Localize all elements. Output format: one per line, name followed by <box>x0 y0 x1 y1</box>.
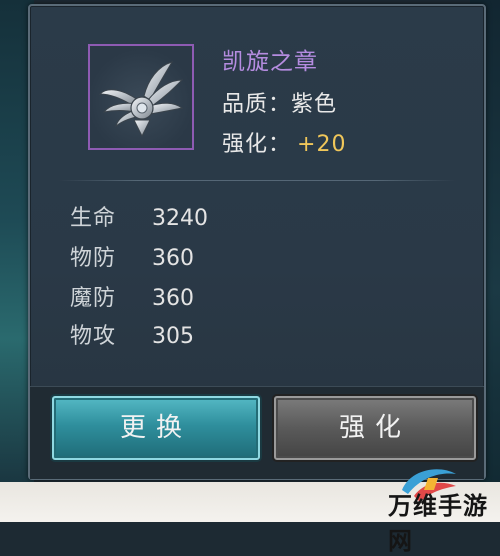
stat-value: 3240 <box>152 206 208 231</box>
enhance-button[interactable]: 强化 <box>274 396 476 460</box>
stat-row-magic-defense: 魔防 360 <box>70 280 194 312</box>
winged-emblem-icon <box>98 61 184 138</box>
item-enhance-level: 强化： +20 <box>222 126 346 158</box>
equipment-detail-panel: 凯旋之章 品质：紫色 强化： +20 生命 3240 物防 360 魔防 360 物攻 3… <box>28 4 486 480</box>
enhance-value: +20 <box>297 132 347 157</box>
section-divider <box>58 180 456 181</box>
watermark-text: 万维手游网 <box>388 492 488 555</box>
stat-row-physical-defense: 物防 360 <box>70 240 194 272</box>
change-button[interactable]: 更换 <box>52 396 260 460</box>
stat-value: 360 <box>152 286 194 311</box>
stat-row-hp: 生命 3240 <box>70 200 208 232</box>
stat-label: 魔防 <box>70 286 117 311</box>
item-icon-frame[interactable] <box>88 44 194 150</box>
stat-label: 生命 <box>70 206 117 231</box>
stat-value: 305 <box>152 324 194 349</box>
item-quality: 品质：紫色 <box>222 86 337 118</box>
stat-row-physical-attack: 物攻 305 <box>70 318 194 350</box>
quality-value: 紫色 <box>291 92 338 117</box>
quality-label: 品质： <box>222 92 292 117</box>
stat-label: 物防 <box>70 246 117 271</box>
stat-value: 360 <box>152 246 194 271</box>
stat-label: 物攻 <box>70 324 117 349</box>
enhance-label: 强化： <box>222 132 292 157</box>
item-name: 凯旋之章 <box>222 49 318 75</box>
